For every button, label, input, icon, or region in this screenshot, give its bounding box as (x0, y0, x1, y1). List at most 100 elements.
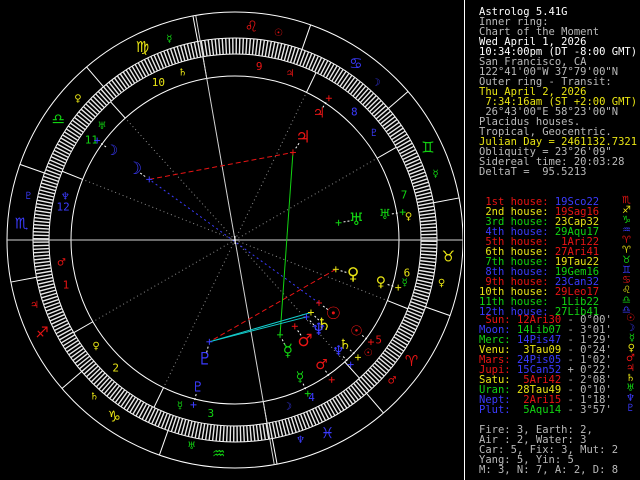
house-ruler-icon: ☿ (402, 277, 408, 288)
sign-boundary (387, 91, 409, 109)
sign-boundary (366, 392, 384, 414)
house-ruler-icon: ♅ (97, 121, 106, 132)
sign-boundary (271, 438, 278, 465)
sign-ruler-icon: ☿ (432, 169, 438, 180)
house-cusp-line (92, 239, 236, 323)
house-ruler-icon: ♂ (57, 257, 66, 268)
moon-natal-icon: ☽ (127, 159, 142, 179)
moon-transit-icon: ☽ (105, 143, 118, 159)
chart-wheel: ♈♂♉♀♊☿♋☽♌ ☉♍ ☿♎♀♏♇♐♃♑♄♒♅♓♆1♂2♀3☿4☽5☉6☿7♀8♇… (6, 11, 463, 469)
planet-label: Plut: (479, 404, 517, 416)
planet-icon: ♇ (626, 403, 635, 414)
uranus-transit-icon: ♅ (379, 207, 392, 223)
house-number: 11 (85, 134, 98, 147)
house-boundary (376, 146, 397, 159)
house-boundary (73, 321, 94, 334)
zodiac-sign-icon: ♍ (136, 38, 149, 56)
sign-boundary (433, 197, 460, 204)
sign-ruler-icon: ☉ (274, 28, 283, 39)
neptune-natal-icon: ♆ (311, 320, 326, 340)
house-number: 1 (63, 279, 70, 292)
house-number: 7 (401, 188, 408, 201)
sign-ruler-icon: ♃ (30, 300, 39, 311)
zodiac-sign-icon: ♐ (35, 324, 48, 342)
sign-boundary (86, 66, 104, 88)
sign-boundary (61, 371, 83, 389)
house-number: 9 (256, 60, 263, 73)
zodiac-sign-icon: ♏ (15, 215, 29, 233)
sign-ruler-icon: ♆ (296, 435, 305, 446)
neptune-transit-icon: ♆ (332, 343, 345, 359)
house-number: 5 (375, 333, 382, 346)
uranus-natal-icon: ♅ (349, 210, 364, 230)
house-cusp-line (82, 178, 236, 241)
house-number: 8 (351, 105, 358, 118)
mercury-natal-icon: ☿ (283, 341, 293, 361)
mercury-transit-icon: ☿ (296, 369, 305, 385)
planet-velocity: - 3°57' (561, 404, 612, 416)
house-cusp-line (234, 239, 388, 302)
astrolog-window: ♈ ♂ ♉ ♀ ♊ ☿ ♋ ☽ ♌ ☉ ♍ ☿ ♎ ♀ ♏ ♇ ♐ ♃ ♑ ♄ ♒ ♅ ♓ ♆ 1 ♂ 2 ♀ 3 ☿ 4 ☽ 5 ☉ 6 ☿ 7 ♀ 8 ♇… (0, 0, 640, 480)
house-boundary (306, 72, 317, 93)
zodiac-sign-icon: ♌ (245, 18, 258, 36)
house-boundary (153, 387, 164, 408)
house-ruler-icon: ♃ (286, 68, 295, 79)
house-ruler-icon: ♄ (178, 68, 187, 79)
house-boundary (61, 170, 83, 180)
house-number: 4 (308, 391, 315, 404)
planet-position-value: 5Aqu14 (516, 404, 562, 416)
sign-boundary (301, 24, 312, 50)
aspect-line-square (149, 151, 294, 180)
sign-boundary (158, 430, 169, 456)
pointer-line (361, 335, 368, 340)
sign-boundary (10, 276, 37, 283)
stat-line: M: 3, N: 7, A: 2, D: 8 (479, 464, 619, 476)
house-ruler-icon: ♀ (405, 212, 412, 223)
sign-ruler-icon: ♄ (90, 392, 99, 403)
house-ruler-icon: ☿ (177, 401, 183, 412)
sign-ruler-icon: ♅ (187, 441, 196, 452)
sign-ruler-icon: ☿ (166, 34, 172, 45)
house-cusp-line (124, 117, 236, 241)
sign-boundary (425, 306, 451, 317)
house-ruler-icon: ♆ (61, 192, 70, 203)
aspect-line-trine (279, 152, 294, 335)
sign-boundary (192, 15, 199, 42)
venus-natal-icon: ♀ (347, 264, 359, 284)
house-cusp-line (234, 92, 307, 241)
house-boundary (387, 300, 409, 310)
house-boundary (110, 101, 126, 119)
venus-transit-icon: ♀ (376, 275, 386, 291)
zodiac-sign-icon: ♊ (421, 138, 434, 156)
zodiac-sign-icon: ♎ (52, 110, 65, 128)
sign-ruler-icon: ♇ (24, 191, 33, 202)
sign-ruler-icon: ☽ (371, 77, 380, 88)
house-ruler-icon: ☽ (283, 401, 292, 412)
pluto-natal-icon: ♇ (197, 349, 212, 369)
sign-ruler-icon: ♀ (74, 94, 81, 105)
pluto-transit-icon: ♇ (192, 379, 205, 395)
zodiac-sign-icon: ♋ (349, 54, 362, 72)
aspect-line-sextile (209, 316, 307, 343)
zodiac-sign-icon: ♓ (321, 424, 334, 442)
info-panel: Astrolog 5.41G Inner ring: Chart of the M… (464, 0, 640, 480)
zodiac-sign-icon: ♒ (212, 444, 225, 462)
sign-ruler-icon: ♀ (438, 278, 445, 289)
house-number: 2 (112, 362, 119, 375)
house-ruler-icon: ♇ (370, 128, 379, 139)
house-ruler-icon: ♀ (92, 341, 99, 352)
mars-transit-icon: ♂ (315, 357, 328, 373)
zodiac-sign-icon: ♈ (405, 352, 418, 370)
jupiter-transit-icon: ♃ (313, 105, 326, 121)
aspect-line-opposition (148, 178, 320, 304)
jupiter-natal-icon: ♃ (295, 127, 310, 147)
sun-transit-icon: ☉ (350, 323, 363, 339)
sign-boundary (19, 163, 45, 174)
sign-ruler-icon: ♂ (388, 375, 397, 386)
planet-row: Plut: 5Aqu14 - 3°57' ♇ (479, 403, 637, 416)
house-number: 3 (207, 407, 214, 420)
house-ruler-icon: ☉ (364, 348, 373, 359)
zodiac-sign-icon: ♉ (442, 247, 455, 265)
house-number: 10 (152, 76, 165, 89)
zodiac-sign-icon: ♑ (107, 408, 120, 426)
